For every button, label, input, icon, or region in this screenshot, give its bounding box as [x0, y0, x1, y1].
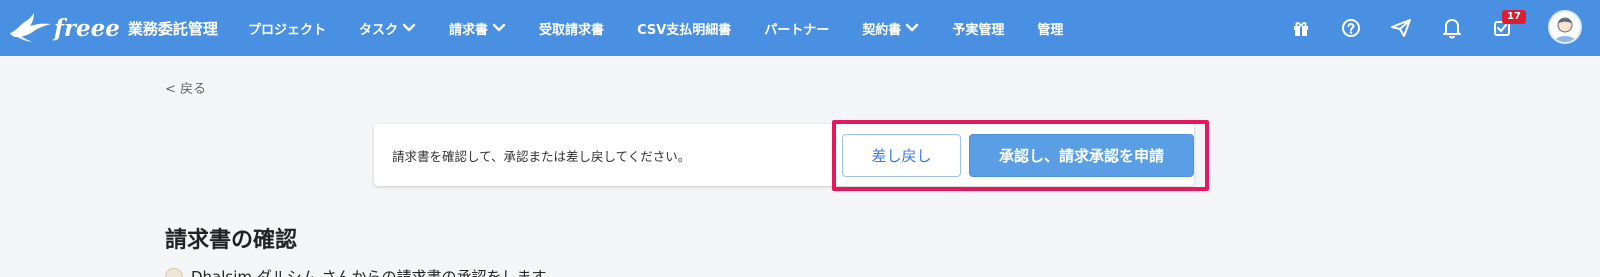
nav-csv-payment[interactable]: CSV支払明細書 [637, 19, 731, 38]
nav-budget[interactable]: 予実管理 [952, 19, 1004, 38]
freee-logo[interactable]: freee 業務委託管理 [8, 11, 218, 45]
nav-contracts[interactable]: 契約書 [862, 19, 919, 38]
bell-icon[interactable] [1438, 14, 1466, 42]
nav-label: タスク [359, 22, 399, 38]
logo-wordmark: freee [54, 14, 120, 42]
back-link[interactable]: < 戻る [165, 78, 206, 97]
nav-invoices[interactable]: 請求書 [449, 19, 506, 38]
nav-label: 請求書 [449, 22, 489, 38]
nav-label: パートナー [764, 22, 830, 38]
nav-label: CSV支払明細書 [637, 22, 732, 38]
notification-badge: 17 [1502, 10, 1526, 24]
user-avatar[interactable] [1548, 10, 1582, 44]
chevron-down-icon [906, 23, 919, 32]
nav-label: 契約書 [862, 22, 902, 38]
approval-instruction: 請求書を確認して、承認または差し戻してください。 [392, 149, 691, 164]
nav-projects[interactable]: プロジェクト [248, 19, 326, 38]
nav-label: 管理 [1037, 22, 1064, 38]
nav-received-invoices[interactable]: 受取請求書 [539, 19, 604, 38]
chevron-down-icon [492, 23, 506, 32]
nav-label: プロジェクト [248, 22, 327, 38]
requester-text: Dhalsim ダルシム さんからの請求書の承認をします [191, 268, 547, 277]
requester-avatar [165, 267, 183, 277]
bird-logo-icon [10, 13, 51, 42]
top-navbar: freee 業務委託管理 プロジェクト タスク 請求書 受取請求書 CSV支払明… [0, 0, 1600, 56]
page-title: 請求書の確認 [165, 228, 298, 253]
nav-tasks[interactable]: タスク [359, 19, 416, 38]
send-back-button[interactable]: 差し戻し [842, 134, 961, 177]
requester-line: Dhalsim ダルシム さんからの請求書の承認をします [165, 266, 547, 277]
inbox-icon[interactable]: 17 [1488, 10, 1526, 42]
nav-partners[interactable]: パートナー [764, 19, 829, 38]
nav-label: 受取請求書 [539, 22, 605, 38]
gift-icon[interactable] [1287, 14, 1315, 42]
help-icon[interactable] [1337, 14, 1365, 42]
approve-and-request-button[interactable]: 承認し、請求承認を申請 [969, 134, 1194, 177]
nav-label: 予実管理 [952, 22, 1005, 38]
send-icon[interactable] [1387, 14, 1415, 42]
nav-admin[interactable]: 管理 [1037, 19, 1063, 38]
app-name: 業務委託管理 [127, 19, 218, 38]
chevron-down-icon [402, 23, 416, 32]
main-nav: プロジェクト タスク 請求書 受取請求書 CSV支払明細書 パートナー 契約書 … [248, 0, 1063, 56]
